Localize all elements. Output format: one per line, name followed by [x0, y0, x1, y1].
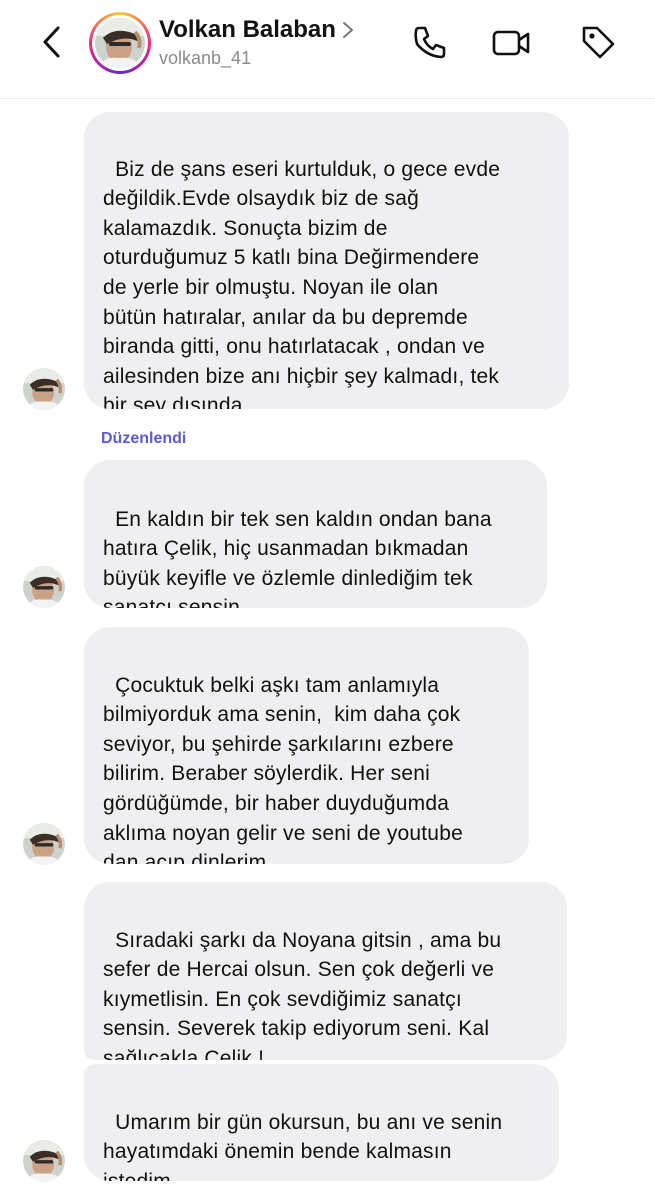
contact-avatar[interactable] — [89, 12, 151, 74]
chevron-left-icon — [43, 26, 60, 58]
back-button[interactable] — [38, 24, 68, 60]
video-camera-icon — [492, 30, 530, 56]
message-text: En kaldın bir tek sen kaldın ondan bana … — [103, 507, 492, 608]
tag-button[interactable] — [578, 22, 618, 62]
chat-header: Volkan Balaban volkanb_41 — [0, 0, 655, 99]
contact-name[interactable]: Volkan Balaban — [159, 16, 336, 44]
message-text: Umarım bir gün okursun, bu anı ve senin … — [103, 1110, 503, 1181]
video-call-button[interactable] — [491, 22, 531, 62]
sender-avatar[interactable] — [23, 566, 65, 608]
edited-label: Düzenlendi — [101, 430, 187, 447]
message-bubble[interactable]: Sıradaki şarkı da Noyana gitsin , ama bu… — [84, 882, 567, 1060]
avatar-photo — [23, 1140, 65, 1182]
avatar-photo — [23, 566, 65, 608]
message-bubble[interactable]: Biz de şans eseri kurtulduk, o gece evde… — [84, 112, 569, 409]
sender-avatar[interactable] — [23, 368, 65, 410]
message-bubble[interactable]: Umarım bir gün okursun, bu anı ve senin … — [84, 1064, 559, 1181]
message-bubble[interactable]: Çocuktuk belki aşkı tam anlamıyla bilmiy… — [84, 627, 529, 864]
tag-icon — [582, 26, 615, 59]
avatar-photo — [23, 823, 65, 865]
avatar-photo — [23, 368, 65, 410]
message-text: Sıradaki şarkı da Noyana gitsin , ama bu… — [103, 928, 502, 1060]
sender-avatar[interactable] — [23, 823, 65, 865]
contact-username: volkanb_41 — [159, 48, 252, 68]
phone-icon — [414, 26, 446, 59]
chevron-right-icon[interactable] — [341, 20, 355, 40]
avatar-photo — [95, 18, 145, 68]
sender-avatar[interactable] — [23, 1140, 65, 1182]
message-text: Biz de şans eseri kurtulduk, o gece evde… — [103, 157, 501, 409]
call-button[interactable] — [410, 22, 450, 62]
message-bubble[interactable]: En kaldın bir tek sen kaldın ondan bana … — [84, 460, 547, 608]
message-text: Çocuktuk belki aşkı tam anlamıyla bilmiy… — [103, 673, 463, 864]
